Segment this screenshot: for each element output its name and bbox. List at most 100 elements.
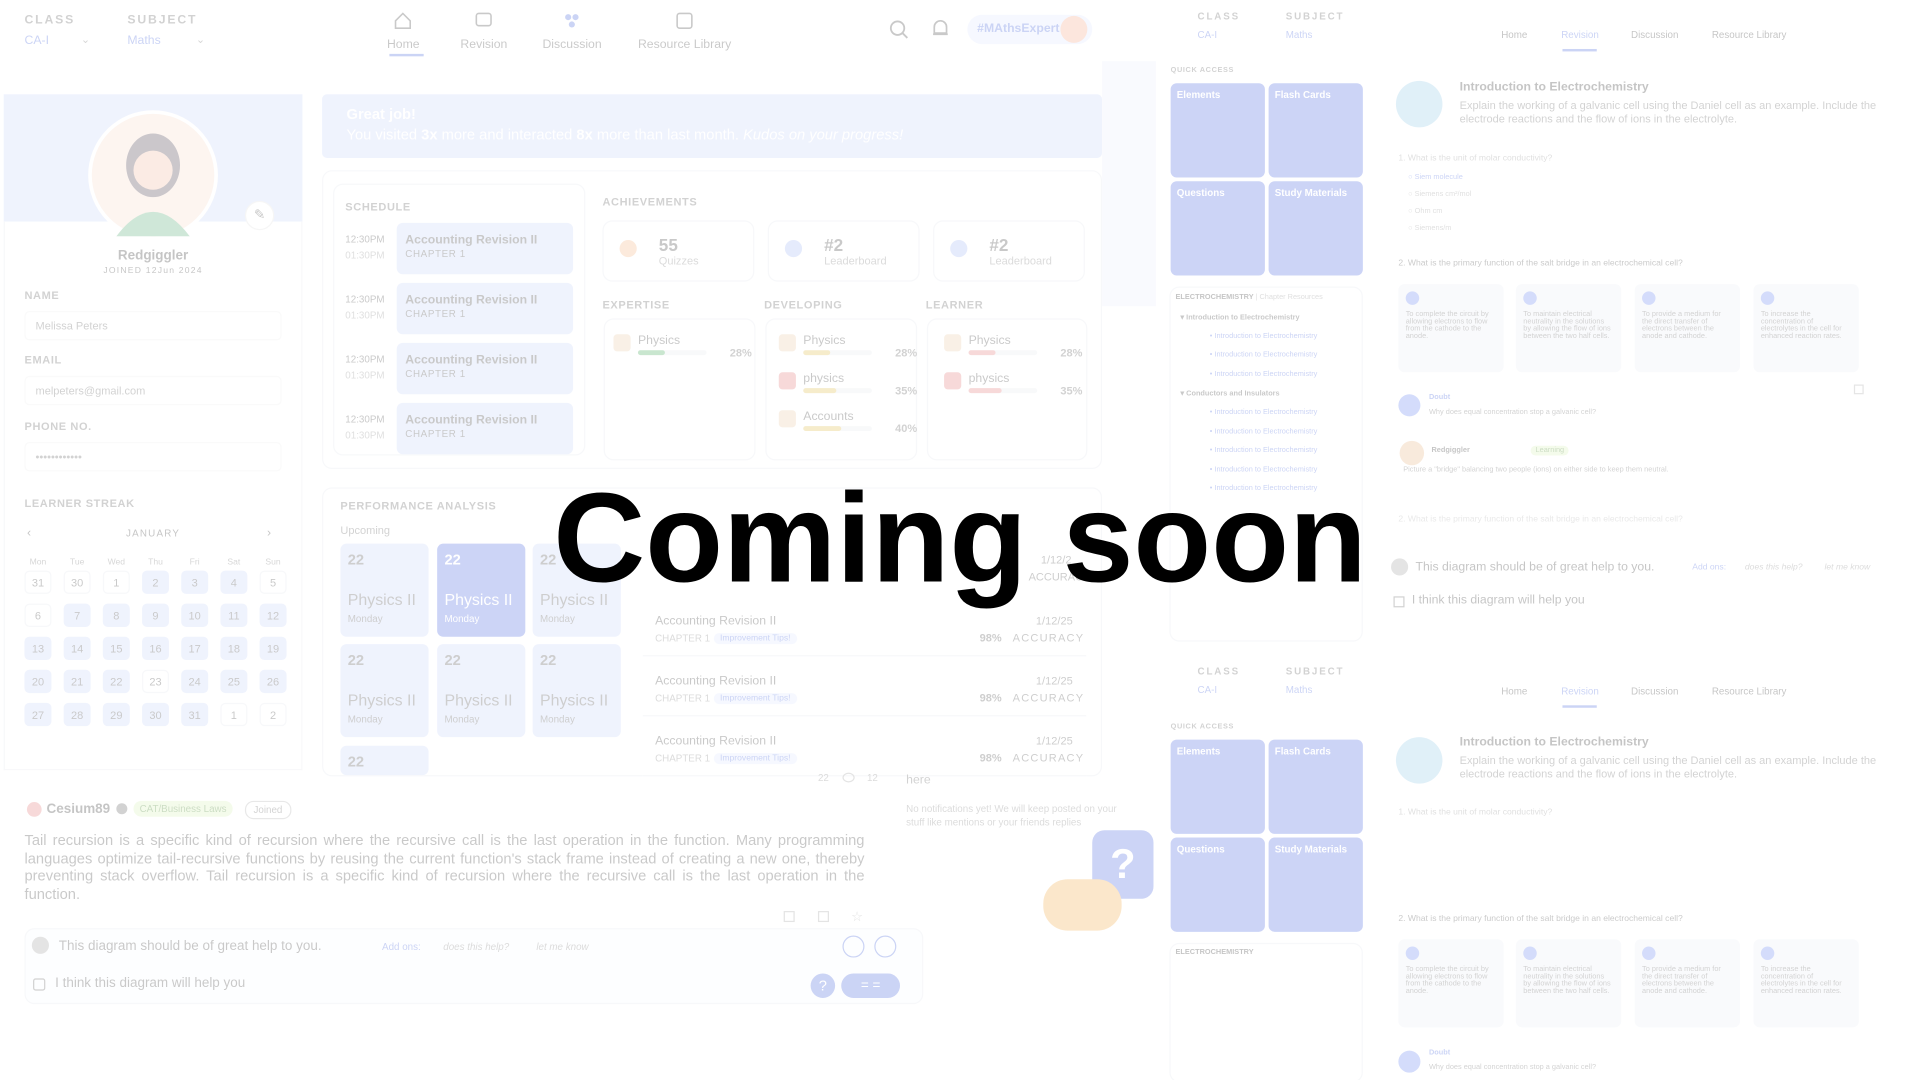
star-icon[interactable]: ☆ xyxy=(851,909,863,925)
add-on-chip[interactable]: let me know xyxy=(536,942,588,953)
performance-row[interactable] xyxy=(642,604,1087,657)
question-option[interactable]: ○ Siem molecule xyxy=(1408,174,1463,181)
tab-revision[interactable]: Revision xyxy=(460,11,507,51)
tab-discussion-3[interactable]: Discussion xyxy=(1631,686,1678,697)
calendar-day[interactable]: 23 xyxy=(142,669,169,694)
answer-option[interactable]: To provide a medium for the direct trans… xyxy=(1634,284,1741,373)
improvement-tips-badge[interactable]: Improvement Tips! xyxy=(713,633,797,645)
performance-day-card[interactable]: 22 Physics II Monday xyxy=(437,644,526,738)
tab-discussion[interactable]: Discussion xyxy=(542,11,602,51)
question-option[interactable]: ○ Siemens/m xyxy=(1408,225,1451,232)
calendar-day[interactable]: 17 xyxy=(181,636,209,661)
search-icon[interactable] xyxy=(889,20,909,40)
performance-day-card[interactable]: 22 Physics II Monday xyxy=(532,644,621,738)
tree-item[interactable]: • Introduction to Electrochemistry xyxy=(1210,333,1318,340)
tree-section[interactable]: ▾ Introduction to Electrochemistry xyxy=(1180,313,1299,322)
tab-resource-library[interactable]: Resource Library xyxy=(638,11,731,51)
calendar-day[interactable]: 29 xyxy=(102,702,130,727)
bell-icon[interactable] xyxy=(931,18,951,39)
tree-item[interactable]: • Introduction to Electrochemistry xyxy=(1210,447,1318,454)
tile-elements[interactable]: Elements xyxy=(1170,83,1265,178)
question-option[interactable]: ○ Ohm cm xyxy=(1408,208,1442,215)
subject-select-3[interactable]: Maths xyxy=(1286,684,1313,695)
tree-section[interactable]: ▾ Conductors and Insulators xyxy=(1180,390,1279,398)
tile-questions-2[interactable]: Questions xyxy=(1170,837,1265,932)
calendar-day[interactable]: 13 xyxy=(24,636,52,661)
performance-day-card[interactable]: 22 xyxy=(340,745,429,776)
tile-elements-2[interactable]: Elements xyxy=(1170,739,1265,834)
tab-home-2[interactable]: Home xyxy=(1501,29,1527,40)
tree-item[interactable]: • Introduction to Electrochemistry xyxy=(1210,409,1318,416)
tab-revision-2[interactable]: Revision xyxy=(1561,29,1599,40)
calendar-day[interactable]: 2 xyxy=(259,702,287,727)
calendar-day[interactable]: 30 xyxy=(142,702,169,727)
calendar-day[interactable]: 20 xyxy=(24,669,52,694)
calendar-day[interactable]: 1 xyxy=(220,702,248,727)
calendar-day[interactable]: 31 xyxy=(181,702,209,727)
class-select-2[interactable]: CA-I xyxy=(1198,29,1218,40)
tile-flash-cards[interactable]: Flash Cards xyxy=(1268,83,1363,178)
performance-row[interactable] xyxy=(642,724,1087,777)
tab-home-3[interactable]: Home xyxy=(1501,686,1527,697)
improvement-tips-badge[interactable]: Improvement Tips! xyxy=(713,753,797,765)
tab-home[interactable]: Home xyxy=(387,11,420,51)
schedule-item[interactable]: Accounting Revision II CHAPTER 1 xyxy=(396,402,574,455)
answer-option[interactable]: To maintain electrical neutrality in the… xyxy=(1515,939,1622,1028)
send-button[interactable]: = = xyxy=(841,973,901,998)
answer-option[interactable]: To complete the circuit by allowing elec… xyxy=(1398,939,1504,1028)
edit-pencil-icon[interactable]: ✎ xyxy=(244,200,275,231)
calendar-day[interactable]: 19 xyxy=(259,636,287,661)
calendar-day[interactable]: 18 xyxy=(220,636,248,661)
add-on-chip[interactable]: does this help? xyxy=(443,942,509,953)
calendar-day[interactable]: 21 xyxy=(63,669,91,694)
tile-flash-cards-2[interactable]: Flash Cards xyxy=(1268,739,1363,834)
expand-icon[interactable] xyxy=(1853,384,1864,395)
improvement-tips-badge[interactable]: Improvement Tips! xyxy=(713,693,797,705)
answer-option[interactable]: To increase the concentration of electro… xyxy=(1753,284,1859,373)
performance-day-card[interactable]: 22 Physics II Monday xyxy=(340,644,429,738)
calendar-day[interactable]: 26 xyxy=(259,669,287,694)
share-icon[interactable] xyxy=(817,911,829,923)
answer-option[interactable]: To maintain electrical neutrality in the… xyxy=(1515,284,1622,373)
subject-select[interactable]: Maths xyxy=(127,34,160,47)
copy-icon[interactable] xyxy=(783,911,795,923)
calendar-day[interactable]: 14 xyxy=(63,636,91,661)
joined-badge[interactable]: Joined xyxy=(244,800,291,820)
class-select-3[interactable]: CA-I xyxy=(1198,684,1218,695)
schedule-item[interactable]: Accounting Revision II CHAPTER 1 xyxy=(396,282,574,335)
class-select[interactable]: CA-I xyxy=(24,34,48,47)
schedule-item[interactable]: Accounting Revision II CHAPTER 1 xyxy=(396,222,574,275)
tile-questions[interactable]: Questions xyxy=(1170,181,1265,276)
emoji-icon[interactable] xyxy=(842,935,865,958)
tab-resource-library-3[interactable]: Resource Library xyxy=(1712,686,1787,697)
tile-study-materials-2[interactable]: Study Materials xyxy=(1268,837,1363,932)
tree-item[interactable]: • Introduction to Electrochemistry xyxy=(1210,371,1318,378)
image-icon[interactable] xyxy=(874,935,897,958)
performance-row[interactable] xyxy=(642,664,1087,717)
answer-option[interactable]: To provide a medium for the direct trans… xyxy=(1634,939,1741,1028)
calendar-day[interactable]: 16 xyxy=(142,636,169,661)
calendar-day[interactable]: 25 xyxy=(220,669,248,694)
subject-select-2[interactable]: Maths xyxy=(1286,29,1313,40)
answer-option[interactable]: To complete the circuit by allowing elec… xyxy=(1398,284,1504,373)
tab-resource-library-2[interactable]: Resource Library xyxy=(1712,29,1787,40)
post-author[interactable]: Cesium89 xyxy=(47,802,111,817)
calendar-day[interactable]: 15 xyxy=(102,636,130,661)
calendar-day[interactable]: 22 xyxy=(102,669,130,694)
avatar[interactable] xyxy=(1060,15,1088,43)
calendar-day[interactable]: 24 xyxy=(181,669,209,694)
tree-item[interactable]: • Introduction to Electrochemistry xyxy=(1210,428,1318,435)
name-field[interactable]: Melissa Peters xyxy=(24,311,282,341)
calendar-day[interactable]: 28 xyxy=(63,702,91,727)
tree-item[interactable]: • Introduction to Electrochemistry xyxy=(1210,352,1318,359)
tile-study-materials[interactable]: Study Materials xyxy=(1268,181,1363,276)
reply-input[interactable]: I think this diagram will help you xyxy=(55,976,245,991)
tab-discussion-2[interactable]: Discussion xyxy=(1631,29,1678,40)
calendar-day[interactable]: 27 xyxy=(24,702,52,727)
help-icon[interactable]: ? xyxy=(810,973,836,998)
question-option[interactable]: ○ Siemens cm²/mol xyxy=(1408,191,1471,198)
tab-revision-3[interactable]: Revision xyxy=(1561,686,1599,697)
answer-option[interactable]: To increase the concentration of electro… xyxy=(1753,939,1859,1028)
schedule-item[interactable]: Accounting Revision II CHAPTER 1 xyxy=(396,342,574,395)
email-field[interactable]: melpeters@gmail.com xyxy=(24,375,282,406)
